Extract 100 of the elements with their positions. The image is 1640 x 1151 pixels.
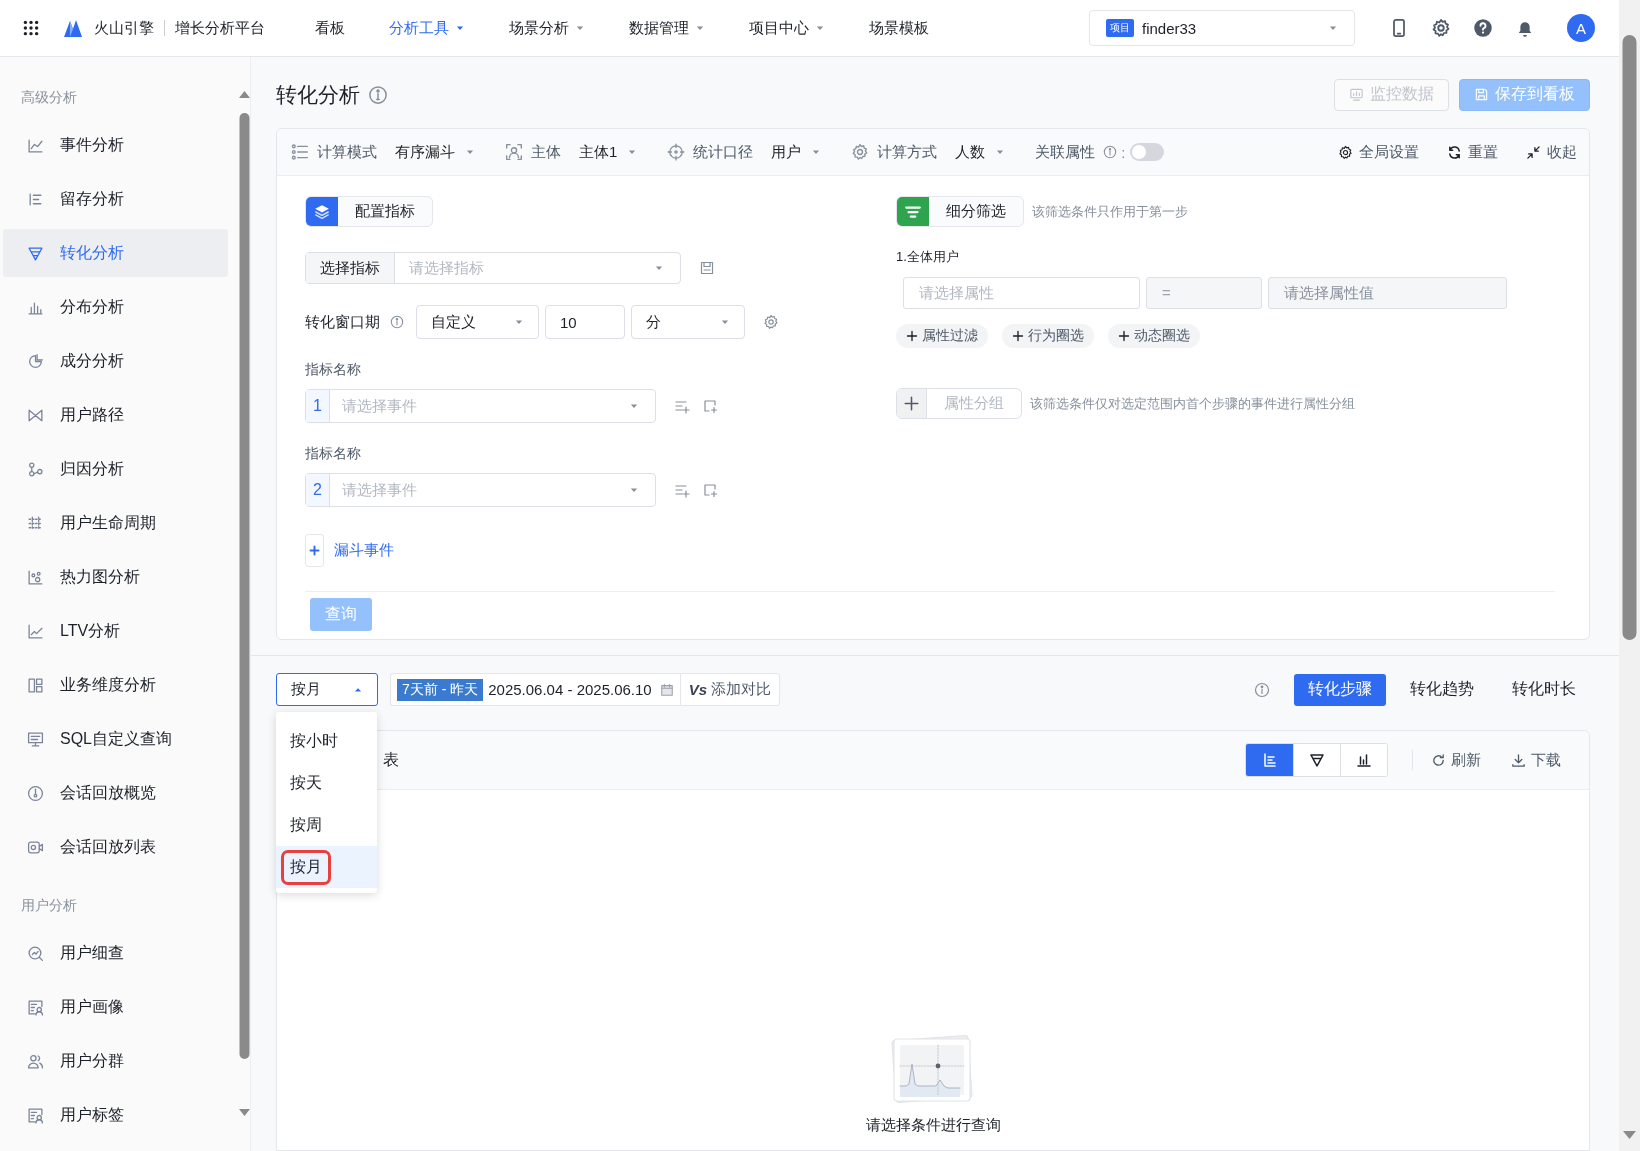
sidebar-item[interactable]: 用户路径 bbox=[3, 391, 228, 439]
window-unit-select[interactable]: 分 bbox=[631, 305, 745, 339]
filter-add-icon[interactable] bbox=[674, 398, 690, 414]
view-tab[interactable]: 转化趋势 bbox=[1396, 673, 1488, 706]
sidebar-item[interactable]: 留存分析 bbox=[3, 175, 228, 223]
dropdown-option[interactable]: 按周 bbox=[276, 804, 377, 846]
granularity-select[interactable]: 按月 bbox=[276, 673, 378, 706]
window-mode-select[interactable]: 自定义 bbox=[416, 305, 539, 339]
settings-icon[interactable] bbox=[1431, 18, 1451, 38]
shrink-icon bbox=[1526, 144, 1541, 160]
column-chart-icon bbox=[1356, 752, 1372, 768]
add-box-icon[interactable] bbox=[702, 398, 718, 414]
info-icon bbox=[368, 84, 388, 105]
hint-text: 该筛选条件仅对选定范围内首个步骤的事件进行属性分组 bbox=[1030, 394, 1355, 413]
setting-dropdown[interactable]: 有序漏斗 bbox=[395, 142, 475, 162]
preset-tag: 7天前 - 昨天 bbox=[397, 678, 484, 701]
monitor-icon bbox=[1349, 87, 1364, 102]
hint-text: 该筛选条件只作用于第一步 bbox=[1032, 202, 1188, 221]
sidebar-item[interactable]: 会话回放概览 bbox=[3, 769, 228, 817]
reset-button[interactable]: 重置 bbox=[1447, 142, 1498, 162]
bar-chart-icon bbox=[1261, 752, 1278, 768]
search-chart-icon bbox=[27, 944, 44, 962]
filter-add-icon[interactable] bbox=[674, 482, 690, 498]
compare-button[interactable]: Vs 添加对比 bbox=[679, 673, 781, 706]
page-title: 转化分析 bbox=[276, 81, 360, 108]
nav-menu-item[interactable]: 数据管理 bbox=[629, 18, 705, 38]
add-filter-button[interactable]: 属性过滤 bbox=[896, 324, 988, 348]
add-box-icon[interactable] bbox=[702, 482, 718, 498]
profile-card-icon bbox=[27, 1106, 44, 1124]
app-grid-icon[interactable] bbox=[22, 19, 40, 37]
sidebar-item[interactable]: 用户细查 bbox=[3, 929, 228, 977]
download-button[interactable]: 下载 bbox=[1511, 750, 1561, 770]
sidebar-item[interactable]: 事件分析 bbox=[3, 121, 228, 169]
nodes-icon bbox=[27, 460, 44, 478]
download-icon bbox=[1511, 752, 1526, 768]
sidebar-item[interactable]: 分布分析 bbox=[3, 283, 228, 331]
add-filter-button[interactable]: 动态圈选 bbox=[1108, 324, 1200, 348]
sidebar-item[interactable]: SQL自定义查询 bbox=[3, 715, 228, 763]
event-select[interactable]: 2 请选择事件 bbox=[305, 473, 656, 507]
help-icon[interactable] bbox=[1473, 18, 1493, 38]
event-select[interactable]: 1 请选择事件 bbox=[305, 389, 656, 423]
setting-dropdown[interactable]: 用户 bbox=[771, 142, 822, 162]
nav-menu-item[interactable]: 场景分析 bbox=[509, 18, 585, 38]
section-chip: 细分筛选 bbox=[896, 196, 1024, 227]
sidebar-item[interactable]: 热力图分析 bbox=[3, 553, 228, 601]
plus-icon bbox=[906, 330, 918, 342]
sidebar-item[interactable]: 用户标签 bbox=[3, 1091, 228, 1139]
nav-menu-item[interactable]: 场景模板 bbox=[869, 18, 929, 38]
line-chart-icon bbox=[27, 622, 44, 640]
product-name: 增长分析平台 bbox=[175, 18, 265, 38]
scrollbar[interactable] bbox=[1619, 0, 1640, 1151]
view-tab[interactable]: 转化步骤 bbox=[1294, 673, 1386, 706]
dropdown-option[interactable]: 按天 bbox=[276, 762, 377, 804]
collapse-button[interactable]: 收起 bbox=[1526, 142, 1577, 162]
metric-select[interactable]: 选择指标 请选择指标 bbox=[305, 252, 681, 284]
toggle-switch[interactable] bbox=[1129, 143, 1164, 161]
plus-icon bbox=[897, 389, 927, 418]
chart-type-button[interactable] bbox=[1293, 744, 1340, 776]
project-selector[interactable]: 项目 finder33 bbox=[1089, 10, 1355, 46]
save-icon bbox=[1474, 87, 1489, 102]
dashed-lines-icon bbox=[27, 514, 44, 532]
nav-menu-item[interactable]: 分析工具 bbox=[389, 18, 465, 38]
dropdown-option[interactable]: 按小时 bbox=[276, 720, 377, 762]
info-icon bbox=[1254, 681, 1270, 698]
sidebar-item[interactable]: 会话回放列表 bbox=[3, 823, 228, 871]
nav-menu-item[interactable]: 看板 bbox=[315, 18, 345, 38]
sidebar-item[interactable]: 用户画像 bbox=[3, 983, 228, 1031]
field-label: 指标名称 bbox=[305, 445, 362, 462]
pie-chart-icon bbox=[27, 352, 44, 370]
plus-icon[interactable] bbox=[305, 534, 324, 567]
add-step-link[interactable]: 漏斗事件 bbox=[334, 541, 394, 560]
avatar[interactable]: A bbox=[1567, 14, 1595, 42]
settings-button[interactable]: 全局设置 bbox=[1338, 142, 1419, 162]
setting-label: 统计口径 bbox=[693, 142, 754, 162]
users-icon bbox=[27, 1052, 44, 1070]
setting-dropdown[interactable]: 人数 bbox=[955, 142, 1006, 162]
sidebar-item[interactable]: LTV分析 bbox=[3, 607, 228, 655]
nav-menu-item[interactable]: 项目中心 bbox=[749, 18, 825, 38]
date-range-field[interactable]: 7天前 - 昨天 2025.06.04 - 2025.06.10 bbox=[390, 673, 680, 706]
chart-type-button[interactable] bbox=[1340, 744, 1387, 776]
sidebar-item[interactable]: 归因分析 bbox=[3, 445, 228, 493]
brand-name: 火山引擎 bbox=[94, 18, 154, 38]
add-filter-button[interactable]: 行为圈选 bbox=[1002, 324, 1094, 348]
refresh-button[interactable]: 刷新 bbox=[1431, 750, 1481, 770]
view-tab[interactable]: 转化时长 bbox=[1498, 673, 1590, 706]
funnel-icon bbox=[1309, 752, 1325, 768]
sidebar-item[interactable]: 转化分析 bbox=[3, 229, 228, 277]
plus-icon bbox=[1012, 330, 1024, 342]
dropdown-option[interactable]: 按月 bbox=[276, 846, 377, 888]
sidebar-section-title: 高级分析 bbox=[20, 88, 78, 107]
setting-label: 计算方式 bbox=[877, 142, 938, 162]
sidebar-item[interactable]: 用户生命周期 bbox=[3, 499, 228, 547]
gear-icon bbox=[851, 143, 870, 161]
sidebar-item[interactable]: 成分分析 bbox=[3, 337, 228, 385]
sidebar-item[interactable]: 业务维度分析 bbox=[3, 661, 228, 709]
setting-dropdown[interactable]: 主体1 bbox=[579, 142, 638, 162]
window-amount-field[interactable]: 10 bbox=[545, 305, 625, 339]
gear-icon bbox=[1338, 144, 1353, 160]
settings-icon[interactable] bbox=[763, 314, 779, 330]
sidebar-item[interactable]: 用户分群 bbox=[3, 1037, 228, 1085]
